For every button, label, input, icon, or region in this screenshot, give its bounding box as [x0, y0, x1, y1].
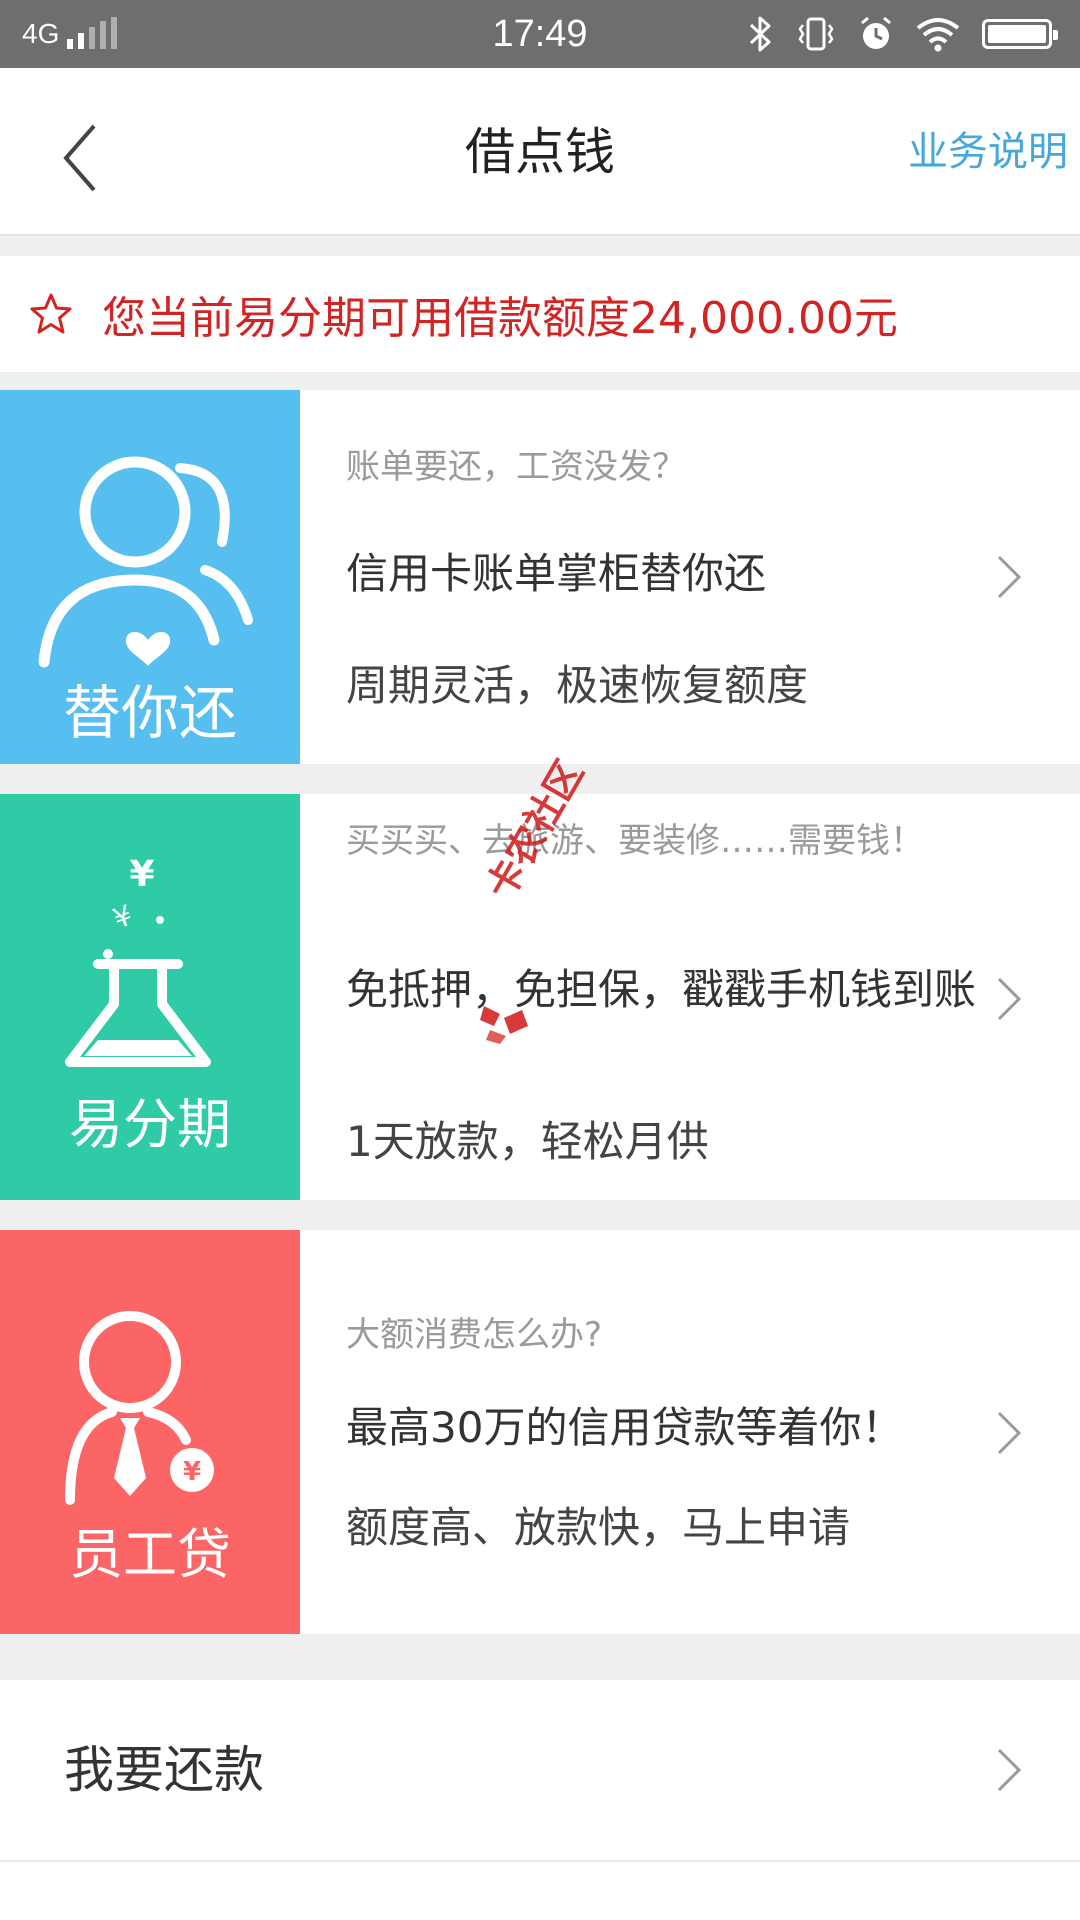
svg-text:¥: ¥ [109, 899, 137, 936]
card-note: 周期灵活，极速恢复额度 [346, 661, 809, 710]
tile-label: 易分期 [69, 1093, 231, 1156]
battery-icon [982, 19, 1058, 49]
watermark-logo-icon [480, 1006, 528, 1044]
credit-limit-text: 您当前易分期可用借款额度24,000.00元 [102, 293, 898, 344]
chevron-right-icon [997, 977, 1022, 1021]
card-subtitle: 买买买、去旅游、要装修……需要钱！ [346, 821, 924, 861]
card-subtitle: 账单要还，工资没发？ [346, 447, 686, 487]
card-pay-for-you[interactable]: 替你还 账单要还，工资没发？ 信用卡账单掌柜替你还 周期灵活，极速恢复额度 [0, 390, 1080, 764]
wifi-icon [916, 18, 960, 52]
next-row [0, 1860, 1080, 1920]
card-body: 账单要还，工资没发？ 信用卡账单掌柜替你还 周期灵活，极速恢复额度 [346, 390, 986, 764]
tile-label: 替你还 [62, 679, 237, 747]
alarm-icon [861, 16, 891, 49]
chevron-right-icon [997, 1411, 1022, 1455]
svg-text:¥: ¥ [183, 1457, 201, 1487]
users-heart-icon [38, 456, 253, 668]
card-note: 1天放款，轻松月供 [346, 1117, 709, 1166]
business-info-link[interactable]: 业务说明 [908, 68, 1068, 236]
header: 借点钱 业务说明 [0, 68, 1080, 236]
card-tile: ¥ 员工贷 [0, 1230, 300, 1634]
repay-label: 我要还款 [64, 1741, 264, 1799]
card-body: 买买买、去旅游、要装修……需要钱！ 免抵押，免担保，戳戳手机钱到账 1天放款，轻… [346, 794, 986, 1200]
status-bar: 4G 17:49 [0, 0, 1080, 68]
card-headline: 信用卡账单掌柜替你还 [346, 549, 767, 598]
card-tile: ¥ ¥ 易分期 [0, 794, 300, 1200]
card-note: 额度高、放款快，马上申请 [346, 1503, 851, 1552]
tile-label: 员工贷 [69, 1523, 231, 1586]
svg-text:¥: ¥ [129, 854, 154, 895]
star-icon [30, 293, 72, 334]
employee-tie-yen-icon: ¥ [65, 1311, 214, 1505]
card-tile: 替你还 [0, 390, 300, 764]
repay-row[interactable]: 我要还款 [0, 1680, 1080, 1860]
bluetooth-icon [749, 16, 771, 52]
card-employee-loan[interactable]: ¥ 员工贷 大额消费怎么办? 最高30万的信用贷款等着你！ 额度高、放款快，马上… [0, 1230, 1080, 1634]
card-headline: 最高30万的信用贷款等着你！ [346, 1403, 904, 1452]
vibrate-icon [798, 17, 834, 51]
flask-yen-icon: ¥ ¥ [65, 854, 211, 1067]
card-subtitle: 大额消费怎么办? [346, 1315, 603, 1355]
status-icons [748, 0, 1058, 68]
chevron-right-icon [997, 555, 1022, 599]
credit-banner: 您当前易分期可用借款额度24,000.00元 [0, 256, 1080, 372]
card-headline: 免抵押，免担保，戳戳手机钱到账 [346, 965, 977, 1014]
card-body: 大额消费怎么办? 最高30万的信用贷款等着你！ 额度高、放款快，马上申请 [346, 1230, 986, 1634]
chevron-right-icon [997, 1748, 1022, 1792]
